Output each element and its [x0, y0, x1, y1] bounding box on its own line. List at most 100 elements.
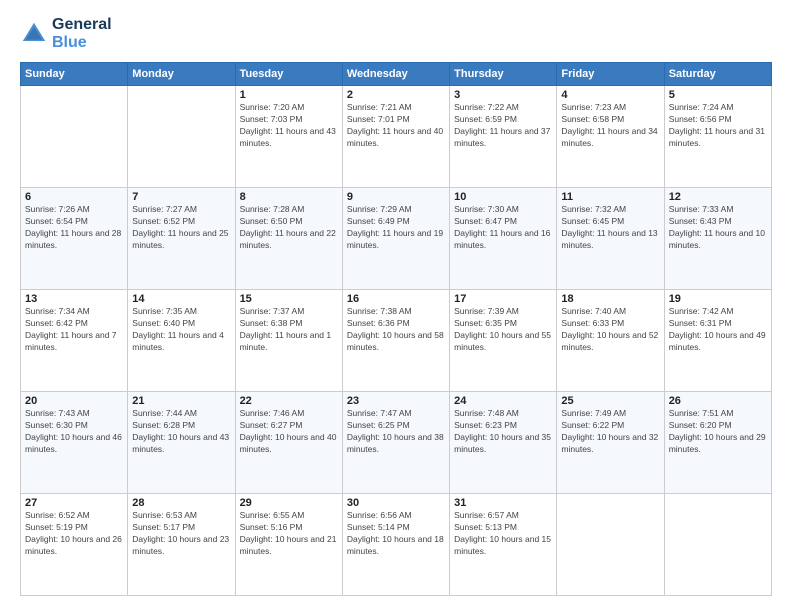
day-info: Sunrise: 6:55 AM Sunset: 5:16 PM Dayligh…: [240, 510, 338, 558]
day-number: 25: [561, 395, 659, 407]
day-number: 15: [240, 293, 338, 305]
day-info: Sunrise: 7:34 AM Sunset: 6:42 PM Dayligh…: [25, 306, 123, 354]
day-number: 12: [669, 191, 767, 203]
day-info: Sunrise: 6:56 AM Sunset: 5:14 PM Dayligh…: [347, 510, 445, 558]
calendar-cell: 14Sunrise: 7:35 AM Sunset: 6:40 PM Dayli…: [128, 290, 235, 392]
day-info: Sunrise: 7:40 AM Sunset: 6:33 PM Dayligh…: [561, 306, 659, 354]
day-number: 10: [454, 191, 552, 203]
calendar-header-row: SundayMondayTuesdayWednesdayThursdayFrid…: [21, 63, 772, 86]
calendar-cell: 6Sunrise: 7:26 AM Sunset: 6:54 PM Daylig…: [21, 188, 128, 290]
day-number: 21: [132, 395, 230, 407]
calendar-cell: 9Sunrise: 7:29 AM Sunset: 6:49 PM Daylig…: [342, 188, 449, 290]
day-number: 18: [561, 293, 659, 305]
day-info: Sunrise: 7:23 AM Sunset: 6:58 PM Dayligh…: [561, 102, 659, 150]
day-number: 20: [25, 395, 123, 407]
calendar-day-header: Tuesday: [235, 63, 342, 86]
calendar-cell: [21, 86, 128, 188]
calendar-cell: [557, 494, 664, 596]
calendar-cell: 16Sunrise: 7:38 AM Sunset: 6:36 PM Dayli…: [342, 290, 449, 392]
calendar-cell: 21Sunrise: 7:44 AM Sunset: 6:28 PM Dayli…: [128, 392, 235, 494]
calendar-table: SundayMondayTuesdayWednesdayThursdayFrid…: [20, 62, 772, 596]
logo-text: General Blue: [52, 16, 112, 52]
calendar-cell: 28Sunrise: 6:53 AM Sunset: 5:17 PM Dayli…: [128, 494, 235, 596]
calendar-day-header: Monday: [128, 63, 235, 86]
page: General Blue SundayMondayTuesdayWednesda…: [0, 0, 792, 612]
day-info: Sunrise: 7:33 AM Sunset: 6:43 PM Dayligh…: [669, 204, 767, 252]
day-info: Sunrise: 7:29 AM Sunset: 6:49 PM Dayligh…: [347, 204, 445, 252]
calendar-day-header: Wednesday: [342, 63, 449, 86]
day-info: Sunrise: 7:42 AM Sunset: 6:31 PM Dayligh…: [669, 306, 767, 354]
day-info: Sunrise: 7:20 AM Sunset: 7:03 PM Dayligh…: [240, 102, 338, 150]
calendar-cell: 20Sunrise: 7:43 AM Sunset: 6:30 PM Dayli…: [21, 392, 128, 494]
calendar-cell: [128, 86, 235, 188]
calendar-cell: 27Sunrise: 6:52 AM Sunset: 5:19 PM Dayli…: [21, 494, 128, 596]
day-info: Sunrise: 6:53 AM Sunset: 5:17 PM Dayligh…: [132, 510, 230, 558]
calendar-week-row: 1Sunrise: 7:20 AM Sunset: 7:03 PM Daylig…: [21, 86, 772, 188]
calendar-cell: 18Sunrise: 7:40 AM Sunset: 6:33 PM Dayli…: [557, 290, 664, 392]
day-info: Sunrise: 7:38 AM Sunset: 6:36 PM Dayligh…: [347, 306, 445, 354]
day-info: Sunrise: 7:24 AM Sunset: 6:56 PM Dayligh…: [669, 102, 767, 150]
day-info: Sunrise: 7:27 AM Sunset: 6:52 PM Dayligh…: [132, 204, 230, 252]
day-number: 19: [669, 293, 767, 305]
day-number: 3: [454, 89, 552, 101]
calendar-cell: 23Sunrise: 7:47 AM Sunset: 6:25 PM Dayli…: [342, 392, 449, 494]
calendar-day-header: Saturday: [664, 63, 771, 86]
calendar-cell: 3Sunrise: 7:22 AM Sunset: 6:59 PM Daylig…: [450, 86, 557, 188]
day-number: 28: [132, 497, 230, 509]
day-info: Sunrise: 7:46 AM Sunset: 6:27 PM Dayligh…: [240, 408, 338, 456]
day-info: Sunrise: 7:48 AM Sunset: 6:23 PM Dayligh…: [454, 408, 552, 456]
calendar-cell: 31Sunrise: 6:57 AM Sunset: 5:13 PM Dayli…: [450, 494, 557, 596]
day-number: 9: [347, 191, 445, 203]
calendar-cell: 15Sunrise: 7:37 AM Sunset: 6:38 PM Dayli…: [235, 290, 342, 392]
day-number: 26: [669, 395, 767, 407]
calendar-cell: 10Sunrise: 7:30 AM Sunset: 6:47 PM Dayli…: [450, 188, 557, 290]
calendar-week-row: 13Sunrise: 7:34 AM Sunset: 6:42 PM Dayli…: [21, 290, 772, 392]
day-number: 17: [454, 293, 552, 305]
day-number: 8: [240, 191, 338, 203]
calendar-cell: 26Sunrise: 7:51 AM Sunset: 6:20 PM Dayli…: [664, 392, 771, 494]
day-number: 6: [25, 191, 123, 203]
day-info: Sunrise: 7:26 AM Sunset: 6:54 PM Dayligh…: [25, 204, 123, 252]
calendar-cell: 8Sunrise: 7:28 AM Sunset: 6:50 PM Daylig…: [235, 188, 342, 290]
calendar-cell: 1Sunrise: 7:20 AM Sunset: 7:03 PM Daylig…: [235, 86, 342, 188]
day-info: Sunrise: 6:57 AM Sunset: 5:13 PM Dayligh…: [454, 510, 552, 558]
calendar-cell: 7Sunrise: 7:27 AM Sunset: 6:52 PM Daylig…: [128, 188, 235, 290]
calendar-day-header: Friday: [557, 63, 664, 86]
day-info: Sunrise: 7:43 AM Sunset: 6:30 PM Dayligh…: [25, 408, 123, 456]
day-number: 14: [132, 293, 230, 305]
calendar-week-row: 27Sunrise: 6:52 AM Sunset: 5:19 PM Dayli…: [21, 494, 772, 596]
calendar-cell: 17Sunrise: 7:39 AM Sunset: 6:35 PM Dayli…: [450, 290, 557, 392]
day-number: 31: [454, 497, 552, 509]
day-info: Sunrise: 7:47 AM Sunset: 6:25 PM Dayligh…: [347, 408, 445, 456]
calendar-cell: 30Sunrise: 6:56 AM Sunset: 5:14 PM Dayli…: [342, 494, 449, 596]
calendar-cell: [664, 494, 771, 596]
day-number: 29: [240, 497, 338, 509]
calendar-cell: 13Sunrise: 7:34 AM Sunset: 6:42 PM Dayli…: [21, 290, 128, 392]
day-number: 2: [347, 89, 445, 101]
calendar-cell: 25Sunrise: 7:49 AM Sunset: 6:22 PM Dayli…: [557, 392, 664, 494]
calendar-day-header: Thursday: [450, 63, 557, 86]
day-number: 11: [561, 191, 659, 203]
day-info: Sunrise: 7:22 AM Sunset: 6:59 PM Dayligh…: [454, 102, 552, 150]
header: General Blue: [20, 16, 772, 52]
day-info: Sunrise: 7:21 AM Sunset: 7:01 PM Dayligh…: [347, 102, 445, 150]
calendar-cell: 4Sunrise: 7:23 AM Sunset: 6:58 PM Daylig…: [557, 86, 664, 188]
calendar-week-row: 6Sunrise: 7:26 AM Sunset: 6:54 PM Daylig…: [21, 188, 772, 290]
day-info: Sunrise: 7:35 AM Sunset: 6:40 PM Dayligh…: [132, 306, 230, 354]
day-number: 5: [669, 89, 767, 101]
day-number: 30: [347, 497, 445, 509]
day-number: 16: [347, 293, 445, 305]
calendar-cell: 19Sunrise: 7:42 AM Sunset: 6:31 PM Dayli…: [664, 290, 771, 392]
day-number: 1: [240, 89, 338, 101]
calendar-cell: 11Sunrise: 7:32 AM Sunset: 6:45 PM Dayli…: [557, 188, 664, 290]
day-number: 23: [347, 395, 445, 407]
day-info: Sunrise: 7:28 AM Sunset: 6:50 PM Dayligh…: [240, 204, 338, 252]
day-info: Sunrise: 7:37 AM Sunset: 6:38 PM Dayligh…: [240, 306, 338, 354]
day-number: 22: [240, 395, 338, 407]
day-number: 4: [561, 89, 659, 101]
calendar-cell: 22Sunrise: 7:46 AM Sunset: 6:27 PM Dayli…: [235, 392, 342, 494]
calendar-week-row: 20Sunrise: 7:43 AM Sunset: 6:30 PM Dayli…: [21, 392, 772, 494]
day-info: Sunrise: 7:44 AM Sunset: 6:28 PM Dayligh…: [132, 408, 230, 456]
day-number: 27: [25, 497, 123, 509]
day-info: Sunrise: 7:39 AM Sunset: 6:35 PM Dayligh…: [454, 306, 552, 354]
